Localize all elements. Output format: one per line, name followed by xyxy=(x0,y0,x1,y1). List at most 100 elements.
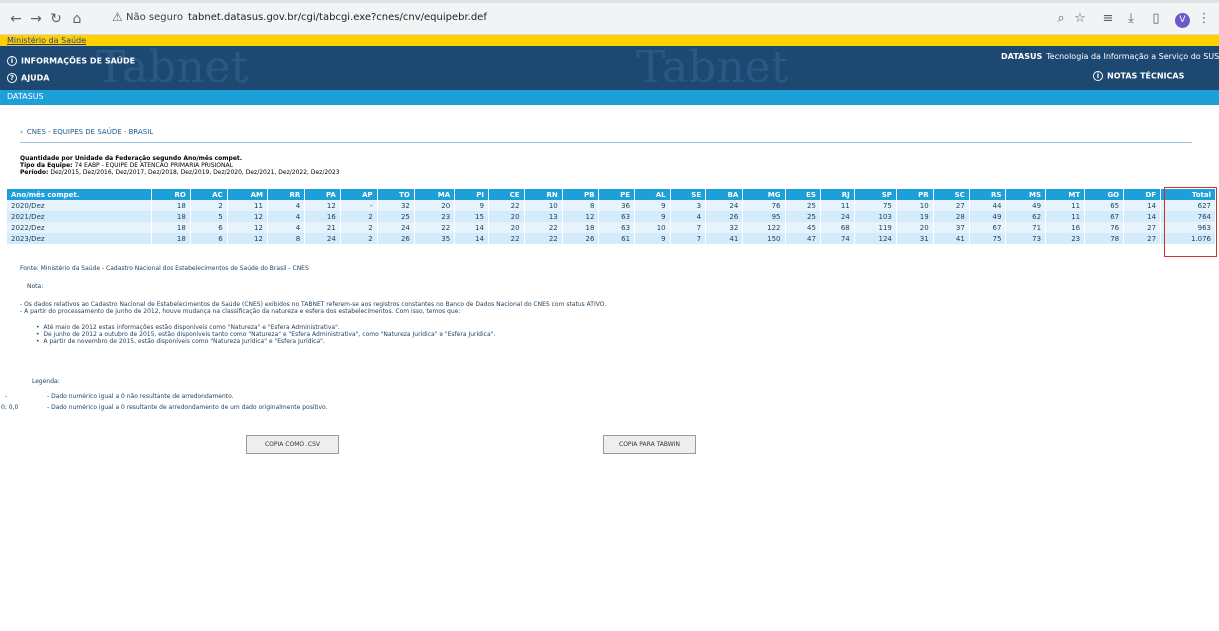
table-cell: 75 xyxy=(854,200,897,211)
ministry-link[interactable]: Ministério da Saúde xyxy=(7,35,86,46)
column-header: PB xyxy=(562,189,600,200)
column-header: SC xyxy=(933,189,970,200)
table-cell: 14 xyxy=(1123,200,1162,211)
nota-bullet: • De junho de 2012 a outubro de 2015, es… xyxy=(36,331,496,338)
notas-tecnicas-link[interactable]: i NOTAS TÉCNICAS xyxy=(1093,71,1184,81)
ministry-bar: Ministério da Saúde xyxy=(0,35,1219,46)
table-cell: 11 xyxy=(1045,211,1086,222)
fonte-text: Fonte: Ministério da Saúde - Cadastro Na… xyxy=(20,265,309,272)
reading-list-icon[interactable]: ≡ xyxy=(1100,3,1116,35)
column-header: BA xyxy=(705,189,744,200)
copy-csv-button[interactable]: COPIA COMO .CSV xyxy=(246,435,339,454)
table-cell: 103 xyxy=(854,211,897,222)
table-cell: 124 xyxy=(854,233,897,244)
total-column-highlight xyxy=(1164,187,1217,257)
column-header: PR xyxy=(896,189,934,200)
column-header: CE xyxy=(488,189,525,200)
column-header: RN xyxy=(524,189,563,200)
table-cell: 27 xyxy=(1123,222,1162,233)
column-header: AL xyxy=(634,189,671,200)
url-text[interactable]: tabnet.datasus.gov.br/cgi/tabcgi.exe?cne… xyxy=(188,12,487,23)
table-cell: 24 xyxy=(304,233,341,244)
menu-ajuda[interactable]: ? AJUDA xyxy=(7,73,50,83)
table-cell: 23 xyxy=(414,211,456,222)
table-row: 2020/Dez 18 2 11 4 12-32 20 9 22 10 8 36 9 3 24 76 25 11 7… xyxy=(7,200,1216,211)
breadcrumb: › CNES - EQUIPES DE SAÚDE - BRASIL xyxy=(20,128,154,136)
table-cell: 74 xyxy=(820,233,855,244)
table-cell: 22 xyxy=(488,200,525,211)
table-cell: 12 xyxy=(304,200,341,211)
zoom-icon[interactable]: ⌕ xyxy=(1053,3,1069,35)
table-cell: 22 xyxy=(524,222,563,233)
back-arrow-icon[interactable]: ← xyxy=(6,3,26,35)
divider xyxy=(20,142,1192,143)
forward-arrow-icon[interactable]: → xyxy=(26,3,46,35)
table-cell: 16 xyxy=(304,211,341,222)
column-header: RS xyxy=(969,189,1007,200)
profile-avatar[interactable]: V xyxy=(1175,13,1190,28)
table-cell: 76 xyxy=(1084,222,1125,233)
table-cell: 12 xyxy=(562,211,600,222)
column-header: AP xyxy=(340,189,378,200)
table-cell: 27 xyxy=(933,200,970,211)
table-cell: 3 xyxy=(670,200,707,211)
table-cell: 14 xyxy=(454,233,489,244)
help-circle-icon: ? xyxy=(7,73,17,83)
query-title: Quantidade por Unidade da Federação segu… xyxy=(20,155,243,162)
subbar-label: DATASUS xyxy=(7,92,44,101)
menu-informacoes[interactable]: i INFORMAÇÕES DE SAÚDE xyxy=(7,56,135,66)
table-cell: 22 xyxy=(414,222,456,233)
column-header: RR xyxy=(267,189,306,200)
copy-tabwin-button[interactable]: COPIA PARA TABWIN xyxy=(603,435,696,454)
table-cell: 4 xyxy=(267,222,306,233)
table-cell: 71 xyxy=(1005,222,1047,233)
home-icon[interactable]: ⌂ xyxy=(67,3,87,35)
table-cell: 18 xyxy=(151,233,191,244)
legenda-symbol: 0; 0,0 xyxy=(1,404,19,411)
table-cell: - xyxy=(340,200,378,211)
datasus-logo[interactable]: DATASUS Tecnologia da Informação a Serviç… xyxy=(1001,52,1219,61)
table-cell: 2 xyxy=(340,222,378,233)
browser-toolbar: ← → ↻ ⌂ ⚠ Não seguro tabnet.datasus.gov.… xyxy=(0,3,1219,35)
table-cell: 25 xyxy=(785,211,821,222)
table-cell: 20 xyxy=(488,222,525,233)
column-header: MA xyxy=(414,189,456,200)
table-cell: 27 xyxy=(1123,233,1162,244)
table-cell: 65 xyxy=(1084,200,1125,211)
table-cell: 76 xyxy=(742,200,786,211)
side-panel-icon[interactable]: ▯ xyxy=(1148,3,1164,35)
download-icon[interactable]: ⤓ xyxy=(1123,3,1139,35)
more-menu-icon[interactable]: ⋮ xyxy=(1196,3,1212,35)
security-label[interactable]: Não seguro xyxy=(126,12,183,23)
table-cell: 49 xyxy=(1005,200,1047,211)
nota-bullet: • Até maio de 2012 estas informações est… xyxy=(36,324,340,331)
table-cell: 4 xyxy=(670,211,707,222)
table-cell: 44 xyxy=(969,200,1007,211)
nota-label: Nota: xyxy=(27,283,44,290)
table-cell: 36 xyxy=(598,200,636,211)
table-cell: 12 xyxy=(227,222,268,233)
nota-line: - Os dados relativos ao Cadastro Naciona… xyxy=(20,301,607,308)
column-header: RJ xyxy=(820,189,855,200)
table-cell: 73 xyxy=(1005,233,1047,244)
table-cell: 122 xyxy=(742,222,786,233)
column-header: PI xyxy=(454,189,489,200)
reload-icon[interactable]: ↻ xyxy=(46,3,66,35)
column-header: RO xyxy=(151,189,191,200)
table-cell: 23 xyxy=(1045,233,1086,244)
table-cell: 9 xyxy=(634,233,671,244)
table-cell: 25 xyxy=(785,200,821,211)
table-cell: 21 xyxy=(304,222,341,233)
table-cell: 11 xyxy=(1045,200,1086,211)
column-header: ES xyxy=(785,189,821,200)
table-cell: 31 xyxy=(896,233,934,244)
bookmark-star-icon[interactable]: ☆ xyxy=(1072,3,1088,35)
table-cell: 26 xyxy=(562,233,600,244)
table-cell: 16 xyxy=(1045,222,1086,233)
table-cell: 18 xyxy=(151,200,191,211)
table-cell: 41 xyxy=(705,233,744,244)
table-cell: 32 xyxy=(705,222,744,233)
address-bar[interactable]: ⚠ Não seguro tabnet.datasus.gov.br/cgi/t… xyxy=(104,9,1044,30)
table-cell: 47 xyxy=(785,233,821,244)
table-cell: 20 xyxy=(414,200,456,211)
